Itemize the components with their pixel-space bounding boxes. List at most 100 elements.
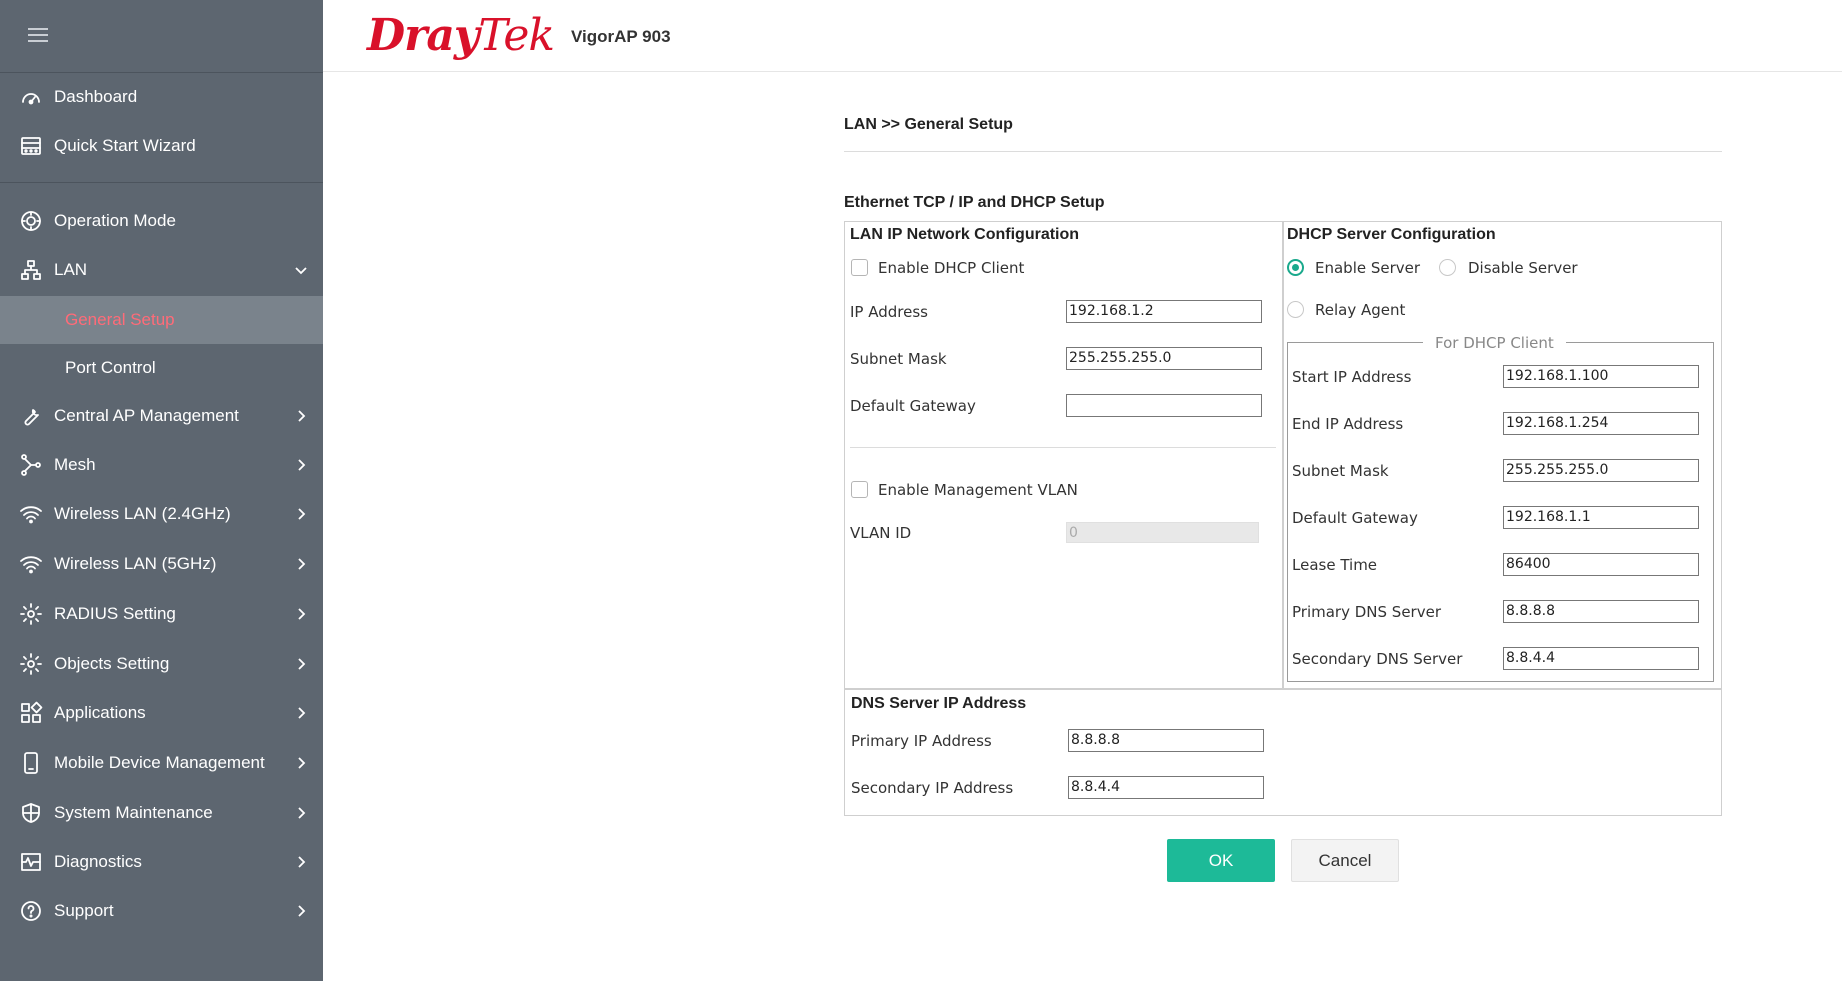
wrench-icon	[18, 403, 44, 429]
sidebar-item-label: Wireless LAN (2.4GHz)	[54, 504, 231, 523]
sidebar-subitem-label: Port Control	[65, 358, 156, 377]
primary-ip-label: Primary IP Address	[851, 732, 992, 750]
operation-mode-icon	[18, 208, 44, 234]
default-gateway-label: Default Gateway	[850, 397, 976, 415]
sidebar-item-mobile-device-management[interactable]: Mobile Device Management	[0, 740, 323, 786]
start-ip-input[interactable]: 192.168.1.100	[1503, 365, 1699, 388]
gear-icon	[18, 601, 44, 627]
chevron-right-icon	[293, 705, 309, 721]
sidebar-item-support[interactable]: Support	[0, 888, 323, 934]
lease-time-input[interactable]: 86400	[1503, 553, 1699, 576]
apps-icon	[18, 700, 44, 726]
chevron-right-icon	[293, 506, 309, 522]
primary-ip-input[interactable]: 8.8.8.8	[1068, 729, 1264, 752]
enable-dhcp-client-checkbox[interactable]	[851, 259, 868, 276]
mobile-icon	[18, 750, 44, 776]
sidebar-item-dashboard[interactable]: Dashboard	[0, 74, 323, 120]
wifi-icon	[18, 551, 44, 577]
primary-dns-server-input[interactable]: 8.8.8.8	[1503, 600, 1699, 623]
mesh-icon	[18, 452, 44, 478]
section-title: Ethernet TCP / IP and DHCP Setup	[844, 194, 1105, 211]
sidebar-item-wireless-lan-5[interactable]: Wireless LAN (5GHz)	[0, 541, 323, 587]
sidebar-item-label: RADIUS Setting	[54, 604, 176, 623]
enable-server-label: Enable Server	[1315, 259, 1421, 277]
relay-agent-label: Relay Agent	[1315, 301, 1406, 319]
sidebar-item-label: Applications	[54, 703, 146, 722]
enable-management-vlan-checkbox[interactable]	[851, 481, 868, 498]
enable-server-radio[interactable]	[1287, 259, 1304, 276]
secondary-dns-server-label: Secondary DNS Server	[1292, 650, 1463, 668]
lan-icon	[18, 257, 44, 283]
default-gateway-input[interactable]	[1066, 394, 1262, 417]
sidebar-item-applications[interactable]: Applications	[0, 690, 323, 736]
sidebar-item-system-maintenance[interactable]: System Maintenance	[0, 790, 323, 836]
cancel-button[interactable]: Cancel	[1291, 839, 1399, 882]
sidebar-item-diagnostics[interactable]: Diagnostics	[0, 839, 323, 885]
secondary-ip-input[interactable]: 8.8.4.4	[1068, 776, 1264, 799]
sidebar-item-label: Support	[54, 901, 114, 920]
sidebar-item-central-ap-management[interactable]: Central AP Management	[0, 393, 323, 439]
dhcp-default-gateway-label: Default Gateway	[1292, 509, 1418, 527]
start-ip-label: Start IP Address	[1292, 368, 1412, 386]
sidebar-item-wireless-lan-24[interactable]: Wireless LAN (2.4GHz)	[0, 491, 323, 537]
sidebar-item-label: Wireless LAN (5GHz)	[54, 554, 217, 573]
disable-server-radio[interactable]	[1439, 259, 1456, 276]
sidebar-subitem-label: General Setup	[65, 310, 175, 329]
chevron-right-icon	[293, 606, 309, 622]
chevron-right-icon	[293, 408, 309, 424]
sidebar-item-label: Mesh	[54, 455, 96, 474]
secondary-dns-server-input[interactable]: 8.8.4.4	[1503, 647, 1699, 670]
wifi-icon	[18, 501, 44, 527]
dns-server-title: DNS Server IP Address	[851, 695, 1027, 712]
lan-divider	[850, 447, 1276, 448]
lan-ip-config-title: LAN IP Network Configuration	[850, 226, 1080, 243]
sidebar-item-lan[interactable]: LAN	[0, 247, 323, 293]
gear-icon	[18, 651, 44, 677]
sidebar-item-objects-setting[interactable]: Objects Setting	[0, 641, 323, 687]
lease-time-label: Lease Time	[1292, 556, 1378, 574]
sidebar-item-quick-start-wizard[interactable]: Quick Start Wizard	[0, 123, 323, 169]
sidebar-item-label: Quick Start Wizard	[54, 136, 196, 155]
sidebar-item-label: System Maintenance	[54, 803, 213, 822]
globe-icon	[18, 800, 44, 826]
dhcp-subnet-mask-input[interactable]: 255.255.255.0	[1503, 459, 1699, 482]
vlan-id-label: VLAN ID	[850, 524, 912, 542]
dhcp-client-legend: For DHCP Client	[1423, 334, 1566, 352]
device-model: VigorAP 903	[571, 27, 671, 46]
sidebar-item-radius-setting[interactable]: RADIUS Setting	[0, 591, 323, 637]
dhcp-default-gateway-input[interactable]: 192.168.1.1	[1503, 506, 1699, 529]
sidebar-subitem-port-control[interactable]: Port Control	[0, 344, 323, 392]
sidebar-item-label: Diagnostics	[54, 852, 142, 871]
dhcp-subnet-mask-label: Subnet Mask	[1292, 462, 1389, 480]
chevron-right-icon	[293, 656, 309, 672]
sidebar: Dashboard Quick Start Wizard Operation M…	[0, 0, 323, 981]
sidebar-item-label: Operation Mode	[54, 211, 176, 230]
hamburger-menu-icon[interactable]	[28, 28, 48, 42]
vlan-id-input[interactable]: 0	[1066, 522, 1259, 543]
sidebar-item-operation-mode[interactable]: Operation Mode	[0, 198, 323, 244]
sidebar-item-label: LAN	[54, 260, 88, 279]
help-icon	[18, 898, 44, 924]
chevron-down-icon	[293, 262, 309, 278]
primary-dns-server-label: Primary DNS Server	[1292, 603, 1441, 621]
chevron-right-icon	[293, 457, 309, 473]
wizard-icon	[18, 133, 44, 159]
subnet-mask-label: Subnet Mask	[850, 350, 947, 368]
ok-button[interactable]: OK	[1167, 839, 1275, 882]
draytek-logo: DrayTek	[367, 10, 555, 61]
sidebar-divider	[0, 182, 323, 183]
ip-address-input[interactable]: 192.168.1.2	[1066, 300, 1262, 323]
sidebar-subitem-general-setup[interactable]: General Setup	[0, 296, 323, 344]
subnet-mask-input[interactable]: 255.255.255.0	[1066, 347, 1262, 370]
enable-dhcp-client-label: Enable DHCP Client	[878, 259, 1025, 277]
diagnostics-icon	[18, 849, 44, 875]
end-ip-input[interactable]: 192.168.1.254	[1503, 412, 1699, 435]
sidebar-item-label: Objects Setting	[54, 654, 170, 673]
relay-agent-radio[interactable]	[1287, 301, 1304, 318]
sidebar-item-mesh[interactable]: Mesh	[0, 442, 323, 488]
top-header: DrayTek VigorAP 903	[323, 0, 1842, 72]
chevron-right-icon	[293, 805, 309, 821]
dhcp-server-config-title: DHCP Server Configuration	[1287, 226, 1496, 243]
chevron-right-icon	[293, 556, 309, 572]
ip-address-label: IP Address	[850, 303, 928, 321]
